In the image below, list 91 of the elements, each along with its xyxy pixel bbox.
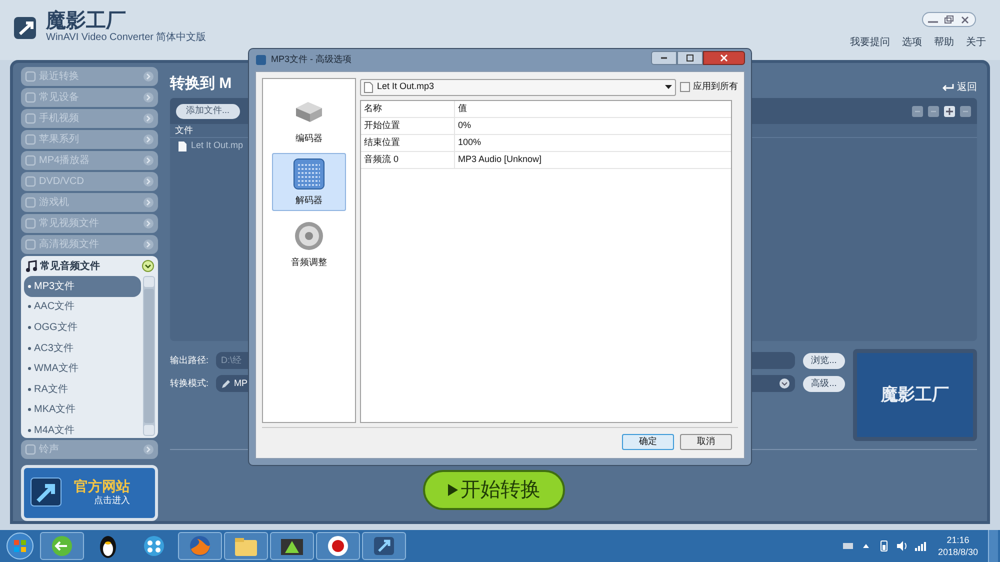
scrollbar[interactable] (143, 276, 155, 436)
button[interactable]: 浏览... (803, 352, 845, 368)
minimize-icon (661, 57, 667, 59)
banner[interactable]: 官方网站 点击进入 (21, 465, 158, 521)
menu-link[interactable]: 选项 (902, 35, 922, 50)
move-down-icon (928, 106, 939, 116)
table-cell: 结束位置 (361, 135, 455, 151)
document-icon (364, 82, 373, 92)
table-cell-text: MP3 Audio [Unknow] (457, 153, 543, 166)
keyboard-icon (842, 540, 854, 552)
maximize-button[interactable] (677, 51, 703, 65)
chevron-right-icon (143, 113, 154, 124)
chevron-right-icon (143, 176, 154, 187)
tile-icon (25, 444, 36, 455)
start-conversion-button[interactable]: 开始转换 (422, 470, 564, 510)
menu-link[interactable]: 我要提问 (850, 35, 890, 50)
field-label: 转换模式: (170, 376, 210, 390)
return-arrow-icon (942, 82, 954, 92)
list-item[interactable]: MP3文件 (24, 276, 141, 297)
list-item[interactable]: AC3文件 (24, 338, 141, 358)
tile-icon (25, 176, 36, 187)
move-up-icon (912, 106, 923, 116)
field-label: 输出路径: (170, 354, 210, 367)
tile-icon (25, 155, 36, 166)
tile-icon (25, 218, 36, 229)
music-note-icon (25, 260, 37, 272)
tile-icon (25, 113, 36, 124)
list-item[interactable]: OGG文件 (24, 317, 141, 338)
app-subtitle: WinAVI Video Converter 简体中文版 (46, 32, 206, 44)
dialog-title: MP3文件 - 高级选项 (271, 53, 353, 66)
table-cell: 开始位置 (361, 118, 455, 134)
clock[interactable]: 21:16 2018/8/30 (938, 534, 978, 558)
close-icon (959, 14, 971, 24)
battery-icon (878, 540, 890, 552)
menu-link[interactable]: 关于 (966, 35, 986, 50)
list-item[interactable]: M4A文件 (24, 420, 141, 436)
list-item[interactable]: WMA文件 (24, 358, 141, 379)
menu-link[interactable]: 帮助 (934, 35, 954, 50)
chevron-right-icon (143, 444, 154, 455)
dialog-button[interactable]: 确定 (622, 434, 674, 450)
banner-title: 官方网站 (74, 478, 130, 494)
chevron-right-icon (143, 197, 154, 208)
chevron-down-icon (142, 260, 154, 272)
close-icon (719, 54, 729, 62)
column-header[interactable]: 值 (455, 101, 731, 117)
add-icon (944, 106, 955, 116)
tile-icon (25, 134, 36, 145)
tile-icon (25, 92, 36, 103)
play-icon (446, 483, 458, 497)
page-heading: 转换到 M (170, 74, 232, 94)
list-item[interactable]: MKA文件 (24, 400, 141, 420)
restore-icon (943, 14, 955, 24)
document-icon (178, 140, 187, 152)
app-title: 魔影工厂 (46, 10, 127, 32)
remove-icon (960, 106, 971, 116)
button[interactable]: 高级... (803, 376, 845, 392)
nav-item[interactable]: 音频调整 (272, 215, 346, 273)
chevron-right-icon (143, 134, 154, 145)
table-cell: 音频流 0 (361, 152, 455, 168)
close-button[interactable] (703, 51, 745, 65)
category-label[interactable]: 常见音频文件 (40, 258, 139, 274)
add-file-button[interactable]: 添加文件... (176, 104, 240, 118)
tile-icon (25, 239, 36, 250)
column-header[interactable]: 名称 (361, 101, 455, 117)
file-dropdown[interactable]: Let It Out.mp3 (360, 78, 676, 96)
chevron-right-icon (143, 155, 154, 166)
banner-subtitle: 点击进入 (94, 494, 130, 508)
list-item[interactable]: AAC文件 (24, 296, 141, 318)
chevron-right-icon (143, 71, 154, 82)
preview-logo-text: 魔影工厂 (881, 384, 949, 406)
tile-icon (25, 71, 36, 82)
dropdown-arrow-icon (665, 84, 672, 90)
taskbar-app-button[interactable] (270, 532, 314, 560)
chevron-right-icon (143, 92, 154, 103)
window-controls[interactable] (922, 12, 976, 27)
tile-icon (25, 197, 36, 208)
nav-item[interactable]: 解码器 (272, 153, 346, 211)
back-link[interactable]: 返回 (942, 80, 977, 94)
speaker-icon (896, 540, 908, 552)
list-item[interactable]: RA文件 (24, 378, 141, 400)
apply-all-checkbox[interactable]: 应用到所有 (680, 80, 738, 94)
chevron-right-icon (143, 239, 154, 250)
app-icon (255, 54, 267, 66)
file-name[interactable]: Let It Out.mp (191, 139, 244, 153)
pencil-icon (221, 378, 231, 388)
maximize-icon (685, 54, 695, 62)
minimize-icon (928, 21, 938, 23)
table-cell-text: 100% (457, 136, 482, 150)
dialog-button[interactable]: 取消 (680, 434, 732, 450)
chevron-right-icon (143, 218, 154, 229)
signal-icon (914, 540, 926, 552)
